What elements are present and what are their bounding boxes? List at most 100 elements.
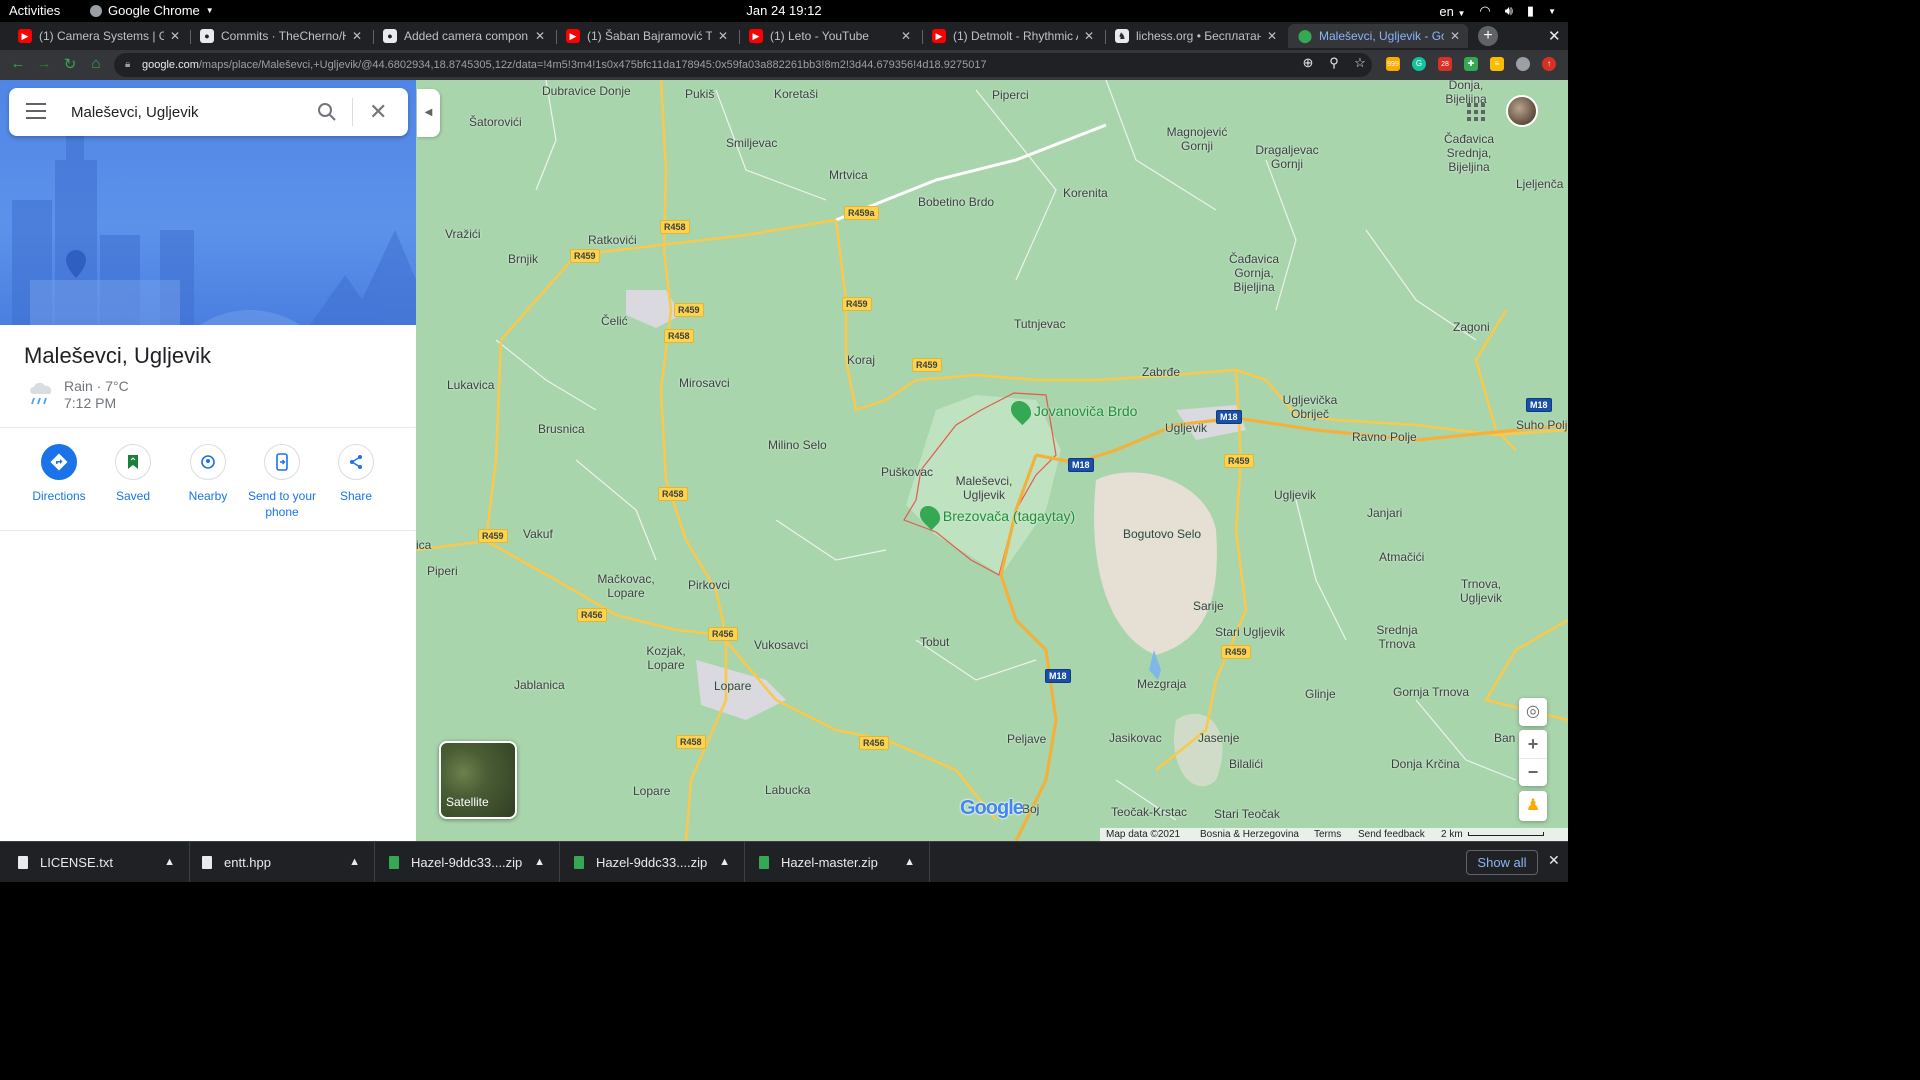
new-tab-button[interactable]: + — [1478, 26, 1498, 46]
map-label: Mezgraja — [1137, 677, 1187, 691]
zip-file-icon — [759, 855, 769, 869]
extension-rss-icon[interactable]: 999 — [1386, 57, 1400, 71]
bookmark-icon — [128, 455, 138, 469]
download-item[interactable]: Hazel-master.zip ▲ — [745, 842, 930, 882]
system-tray[interactable]: en ▼ ◠ 🔊︎ ▮ ▼ — [1439, 3, 1556, 19]
close-icon[interactable]: ✕ — [901, 29, 911, 43]
tab-commits[interactable]: ● Commits · TheCherno/H ✕ — [190, 24, 370, 48]
poi-jovanovica-brdo[interactable]: Jovanoviča Brdo — [1006, 396, 1137, 426]
search-input[interactable] — [71, 100, 301, 124]
scale-label[interactable]: 2 km — [1441, 828, 1463, 841]
close-icon[interactable]: ✕ — [1267, 29, 1277, 43]
satellite-layer-toggle[interactable]: Satellite — [439, 741, 517, 819]
road-badge: R458 — [660, 220, 690, 234]
chevron-up-icon[interactable]: ▲ — [904, 856, 915, 868]
poi-brezovaca[interactable]: Brezovača (tagaytay) — [915, 501, 1075, 531]
send-feedback-link[interactable]: Send feedback — [1358, 828, 1425, 841]
activities-button[interactable]: Activities — [9, 3, 60, 18]
reload-icon[interactable]: ↻ — [60, 55, 80, 73]
home-icon[interactable]: ⌂ — [86, 55, 106, 72]
tab-leto[interactable]: ▶ (1) Leto - YouTube ✕ — [739, 24, 919, 48]
address-bar[interactable]: 🔒︎ google.com/maps/place/Maleševci,+Uglj… — [114, 53, 1372, 77]
extensions-puzzle-icon[interactable]: ✚ — [1464, 57, 1478, 71]
account-avatar[interactable] — [1506, 95, 1538, 127]
chevron-up-icon[interactable]: ▲ — [164, 856, 175, 868]
close-icon[interactable]: ✕ — [170, 29, 180, 43]
back-icon[interactable]: ← — [8, 55, 28, 72]
map-label: Bilalići — [1229, 757, 1264, 771]
map-label: Koraj — [847, 353, 876, 367]
download-item[interactable]: Hazel-9ddc33....zip ▲ — [560, 842, 745, 882]
map-label: Boj — [1022, 802, 1040, 816]
my-location-button[interactable]: ◎ — [1519, 698, 1547, 726]
map-label: Bobetino Brdo — [918, 195, 995, 209]
clear-search-icon[interactable]: ✕ — [369, 98, 387, 126]
close-icon[interactable]: ✕ — [352, 29, 362, 43]
map-label: Gornja Trnova — [1393, 685, 1470, 699]
map-label: Mrtvica — [829, 168, 868, 182]
close-icon[interactable]: ✕ — [535, 29, 545, 43]
tab-detmolt[interactable]: ▶ (1) Detmolt - Rhythmic A ✕ — [922, 24, 1102, 48]
close-icon[interactable]: ✕ — [718, 29, 728, 43]
pegman-button[interactable]: ♟ — [1519, 791, 1547, 821]
map-label: Glinje — [1305, 687, 1336, 701]
crosshair-icon: ◎ — [1526, 703, 1540, 720]
bookmark-star-icon[interactable]: ☆ — [1350, 55, 1370, 71]
search-box: ✕ — [9, 88, 408, 136]
tab-saban[interactable]: ▶ (1) Šaban Bajramović Tu ✕ — [556, 24, 736, 48]
share-button[interactable]: Share — [311, 444, 401, 504]
collapse-panel-button[interactable]: ◀ — [417, 89, 440, 137]
map-label: Tobut — [920, 635, 950, 649]
share-icon — [350, 455, 362, 469]
terms-link[interactable]: Terms — [1314, 828, 1341, 841]
location-icon[interactable]: ⊕ — [1298, 55, 1318, 71]
map-label: Lukavica — [447, 378, 495, 392]
road-badge: R459 — [478, 529, 508, 543]
zoom-in-button[interactable]: + — [1519, 730, 1547, 758]
reading-list-icon[interactable]: ≡ — [1490, 57, 1504, 71]
language-indicator[interactable]: en ▼ — [1439, 4, 1465, 19]
chevron-up-icon[interactable]: ▲ — [719, 856, 730, 868]
extension-red-icon[interactable]: 28 — [1438, 57, 1452, 71]
update-icon[interactable]: ↑ — [1542, 57, 1556, 71]
tab-added-camera[interactable]: ● Added camera compon ✕ — [373, 24, 553, 48]
download-item[interactable]: LICENSE.txt ▲ — [0, 842, 190, 882]
close-downloads-icon[interactable]: ✕ — [1548, 852, 1560, 869]
google-apps-icon[interactable] — [1467, 103, 1485, 121]
window-close-icon[interactable]: ✕ — [1548, 27, 1561, 45]
map-label: Brnjik — [508, 252, 539, 266]
road-badge: M18 — [1216, 410, 1242, 424]
profile-avatar[interactable] — [1516, 57, 1530, 71]
github-icon: ● — [200, 29, 214, 43]
map-label: Ratkovići — [588, 233, 637, 247]
file-icon — [18, 855, 28, 869]
road-badge: R459 — [1224, 454, 1254, 468]
chevron-up-icon[interactable]: ▲ — [534, 856, 545, 868]
forward-icon[interactable]: → — [34, 55, 54, 72]
clock[interactable]: Jan 24 19:12 — [746, 3, 821, 18]
search-icon[interactable] — [315, 100, 339, 124]
map-label: Čađavica Gornja, Bijeljina — [1228, 252, 1280, 294]
app-menu[interactable]: Google Chrome ▼ — [90, 3, 214, 18]
close-icon[interactable]: ✕ — [1084, 29, 1094, 43]
tab-camera-systems[interactable]: ▶ (1) Camera Systems | Ga ✕ — [8, 24, 188, 48]
chevron-up-icon[interactable]: ▲ — [349, 856, 360, 868]
zoom-icon[interactable]: ⚲ — [1324, 55, 1344, 71]
zoom-out-button[interactable]: − — [1519, 758, 1547, 786]
map-label: Donja, Bijeljina — [1445, 80, 1487, 106]
download-item[interactable]: entt.hpp ▲ — [190, 842, 375, 882]
map-label-selected-place: Maleševci, Ugljevik — [955, 474, 1013, 502]
map-attribution-bar: Map data ©2021 Bosnia & Herzegovina Term… — [1100, 828, 1568, 841]
map-label: Ljeljenča — [1516, 177, 1564, 191]
tab-lichess[interactable]: ♞ lichess.org • Бесплатан ✕ — [1105, 24, 1285, 48]
tab-maps-active[interactable]: ⬤ Maleševci, Ugljevik - Go ✕ — [1288, 24, 1468, 48]
menu-icon[interactable] — [26, 103, 46, 124]
map-label: Jablanica — [514, 678, 565, 692]
close-icon[interactable]: ✕ — [1450, 29, 1460, 43]
download-item[interactable]: Hazel-9ddc33....zip ▲ — [375, 842, 560, 882]
show-all-downloads-button[interactable]: Show all — [1466, 850, 1538, 875]
map-canvas[interactable]: Dubravice Donje Pukiš Koretaši Piperci Š… — [416, 80, 1568, 841]
map-label: Ugljevička Obriječ — [1282, 393, 1338, 421]
country-link[interactable]: Bosnia & Herzegovina — [1200, 828, 1299, 841]
grammarly-icon[interactable]: G — [1412, 57, 1426, 71]
